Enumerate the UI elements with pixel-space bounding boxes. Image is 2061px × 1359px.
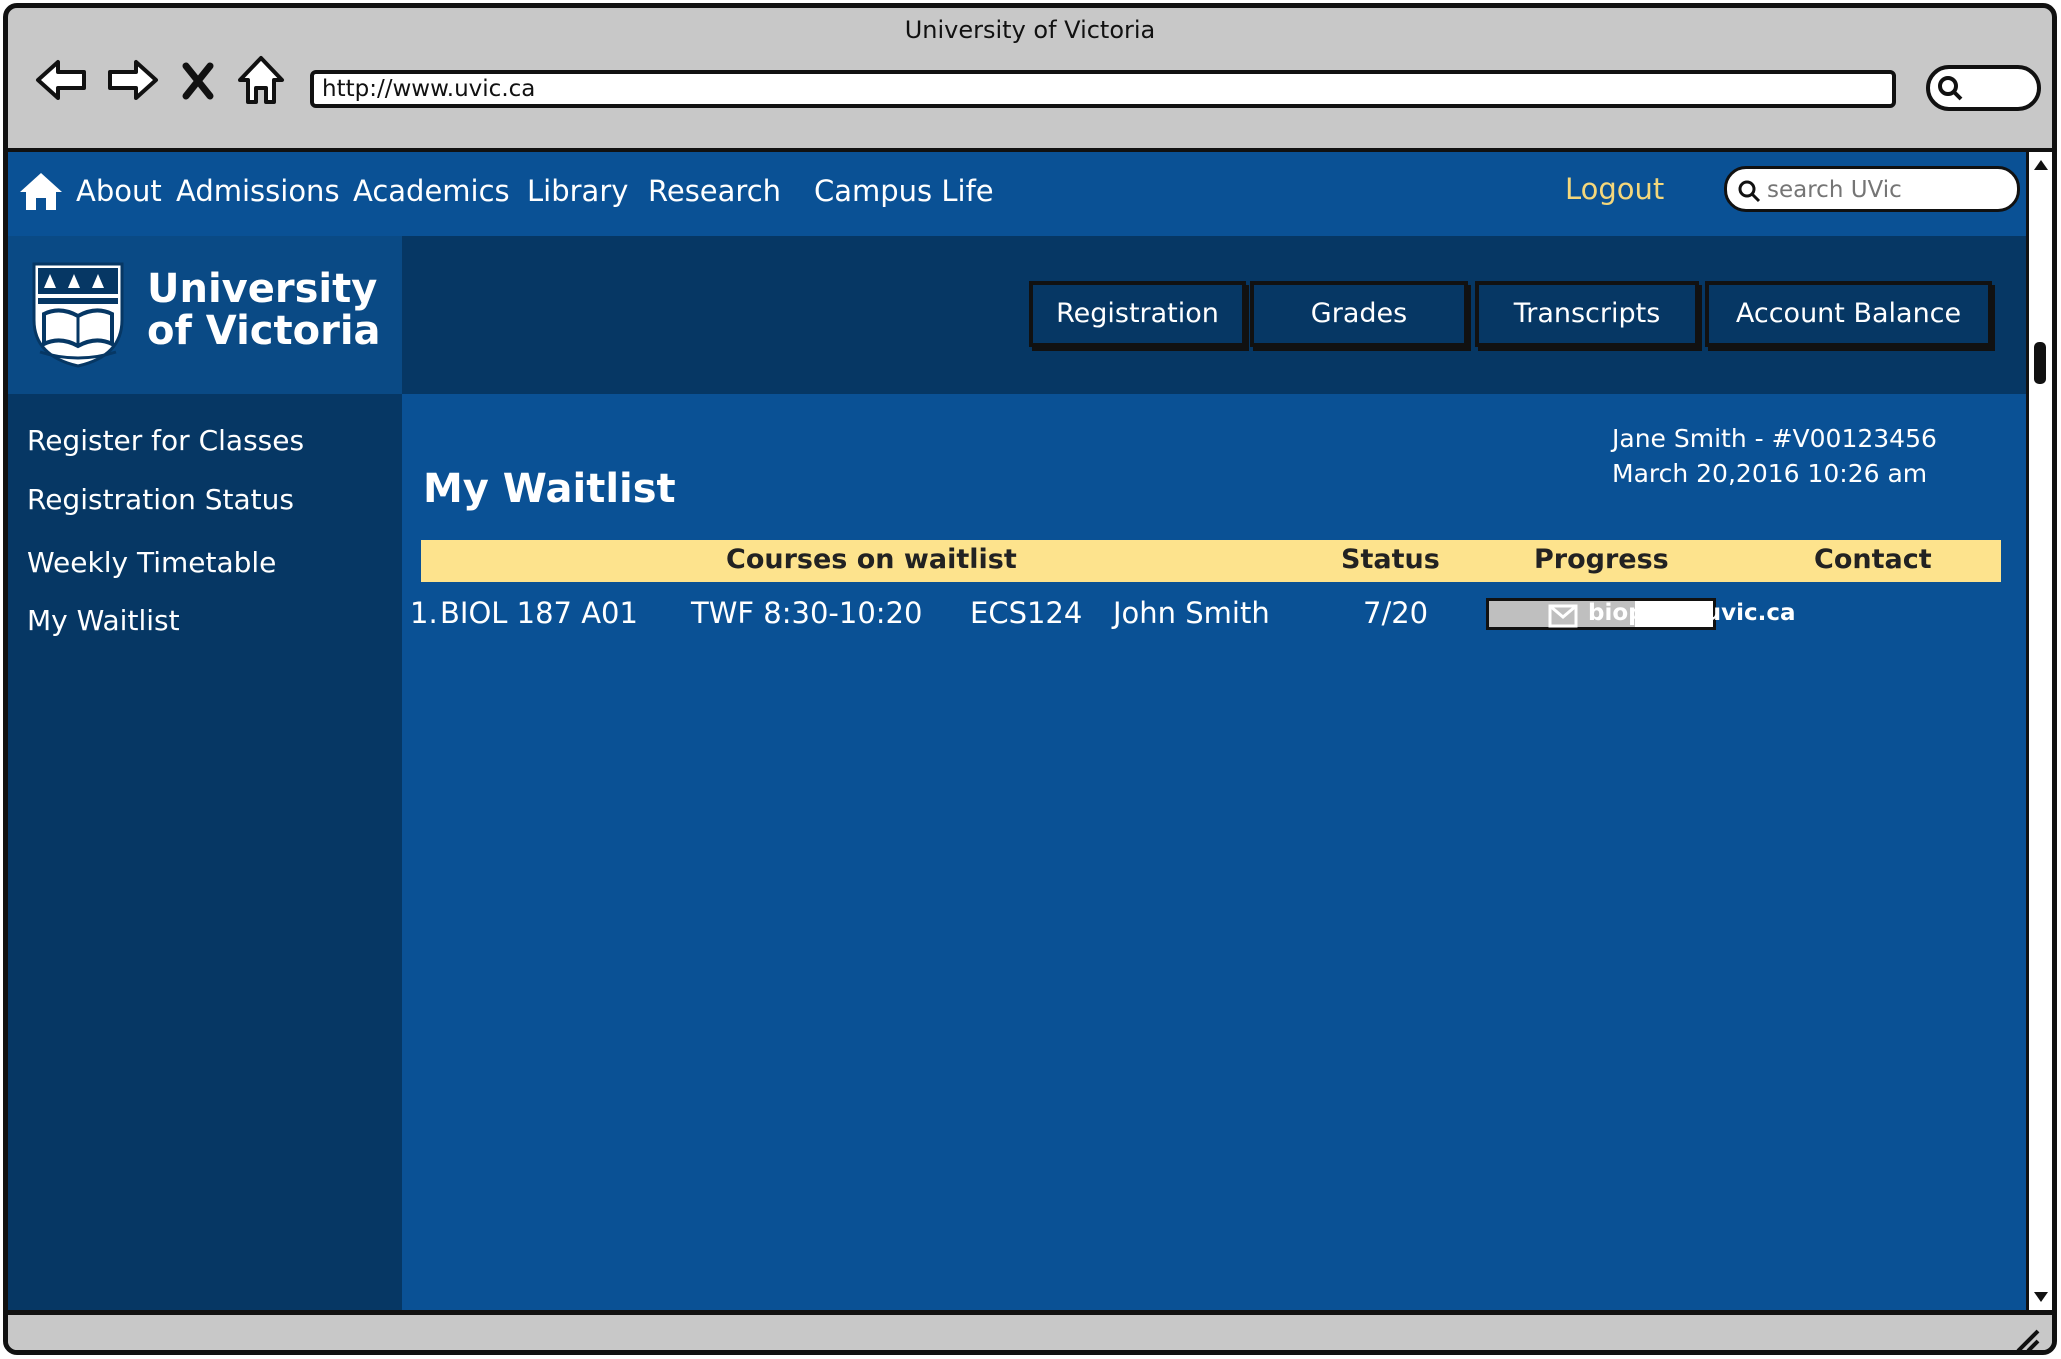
browser-window: University of Victoria http://www.uvic.c…: [3, 3, 2057, 1355]
course-schedule: TWF 8:30-10:20: [691, 596, 923, 630]
logout-link[interactable]: Logout: [1565, 172, 1664, 206]
contact-email[interactable]: bioprof@uvic.ca: [1588, 600, 1796, 626]
stop-icon[interactable]: [178, 52, 218, 108]
window-title: University of Victoria: [904, 16, 1156, 44]
tab-grades[interactable]: Grades: [1250, 281, 1468, 347]
user-name-id: Jane Smith - #V00123456: [1612, 424, 1937, 453]
header-progress: Progress: [1534, 544, 1669, 575]
resize-grip-icon[interactable]: [2012, 1325, 2042, 1355]
header-contact: Contact: [1814, 544, 1932, 575]
sidebar: Register for Classes Registration Status…: [8, 394, 402, 1314]
page-title: My Waitlist: [423, 466, 676, 512]
forward-arrow-icon[interactable]: [104, 52, 160, 108]
header-courses: Courses on waitlist: [726, 544, 1017, 575]
sidebar-item-registration-status[interactable]: Registration Status: [27, 483, 294, 516]
header-banner: University of Victoria Registration Grad…: [8, 236, 2026, 394]
logo-line-2: of Victoria: [147, 308, 381, 354]
sidebar-item-register[interactable]: Register for Classes: [27, 424, 304, 457]
course-location: ECS124: [970, 596, 1083, 630]
uvic-logo[interactable]: University of Victoria: [8, 236, 402, 394]
scroll-up-icon[interactable]: [2031, 156, 2051, 174]
course-code: BIOL 187 A01: [440, 596, 638, 630]
scroll-thumb[interactable]: [2034, 342, 2046, 384]
top-navigation: About Admissions Academics Library Resea…: [8, 152, 2026, 236]
mail-icon[interactable]: [1548, 604, 1578, 628]
tab-transcripts[interactable]: Transcripts: [1475, 281, 1699, 347]
nav-link-campus-life[interactable]: Campus Life: [814, 174, 994, 208]
status-bar: [8, 1310, 2052, 1355]
table-header: Courses on waitlist Status Progress Cont…: [421, 540, 2001, 582]
current-datetime: March 20,2016 10:26 am: [1612, 459, 1928, 488]
url-bar[interactable]: http://www.uvic.ca: [310, 70, 1896, 108]
home-icon[interactable]: [18, 170, 64, 212]
nav-link-academics[interactable]: Academics: [353, 174, 510, 208]
search-icon: [1738, 180, 1761, 203]
search-icon: [1938, 76, 1963, 101]
waitlist-status: 7/20: [1363, 596, 1429, 630]
home-icon[interactable]: [236, 52, 286, 108]
tab-registration[interactable]: Registration: [1029, 281, 1246, 347]
site-search-field[interactable]: [1724, 166, 2020, 212]
scroll-down-icon[interactable]: [2031, 1288, 2051, 1306]
browser-search-field[interactable]: [1926, 65, 2041, 111]
page-content: About Admissions Academics Library Resea…: [8, 148, 2026, 1314]
tab-account-balance[interactable]: Account Balance: [1705, 281, 1992, 347]
back-arrow-icon[interactable]: [34, 52, 90, 108]
sidebar-item-my-waitlist[interactable]: My Waitlist: [27, 604, 180, 637]
nav-link-about[interactable]: About: [76, 174, 162, 208]
nav-link-admissions[interactable]: Admissions: [176, 174, 340, 208]
nav-link-research[interactable]: Research: [648, 174, 781, 208]
nav-link-library[interactable]: Library: [527, 174, 628, 208]
table-row[interactable]: 1. BIOL 187 A01 TWF 8:30-10:20 ECS124 Jo…: [408, 596, 2008, 640]
logo-line-1: University: [147, 266, 378, 312]
header-status: Status: [1341, 544, 1440, 575]
sidebar-item-weekly-timetable[interactable]: Weekly Timetable: [27, 546, 276, 579]
vertical-scrollbar[interactable]: [2026, 148, 2052, 1310]
row-number: 1.: [410, 596, 438, 630]
course-instructor: John Smith: [1113, 596, 1270, 630]
site-search-input[interactable]: [1767, 173, 2007, 207]
uvic-shield-icon: [32, 262, 124, 368]
